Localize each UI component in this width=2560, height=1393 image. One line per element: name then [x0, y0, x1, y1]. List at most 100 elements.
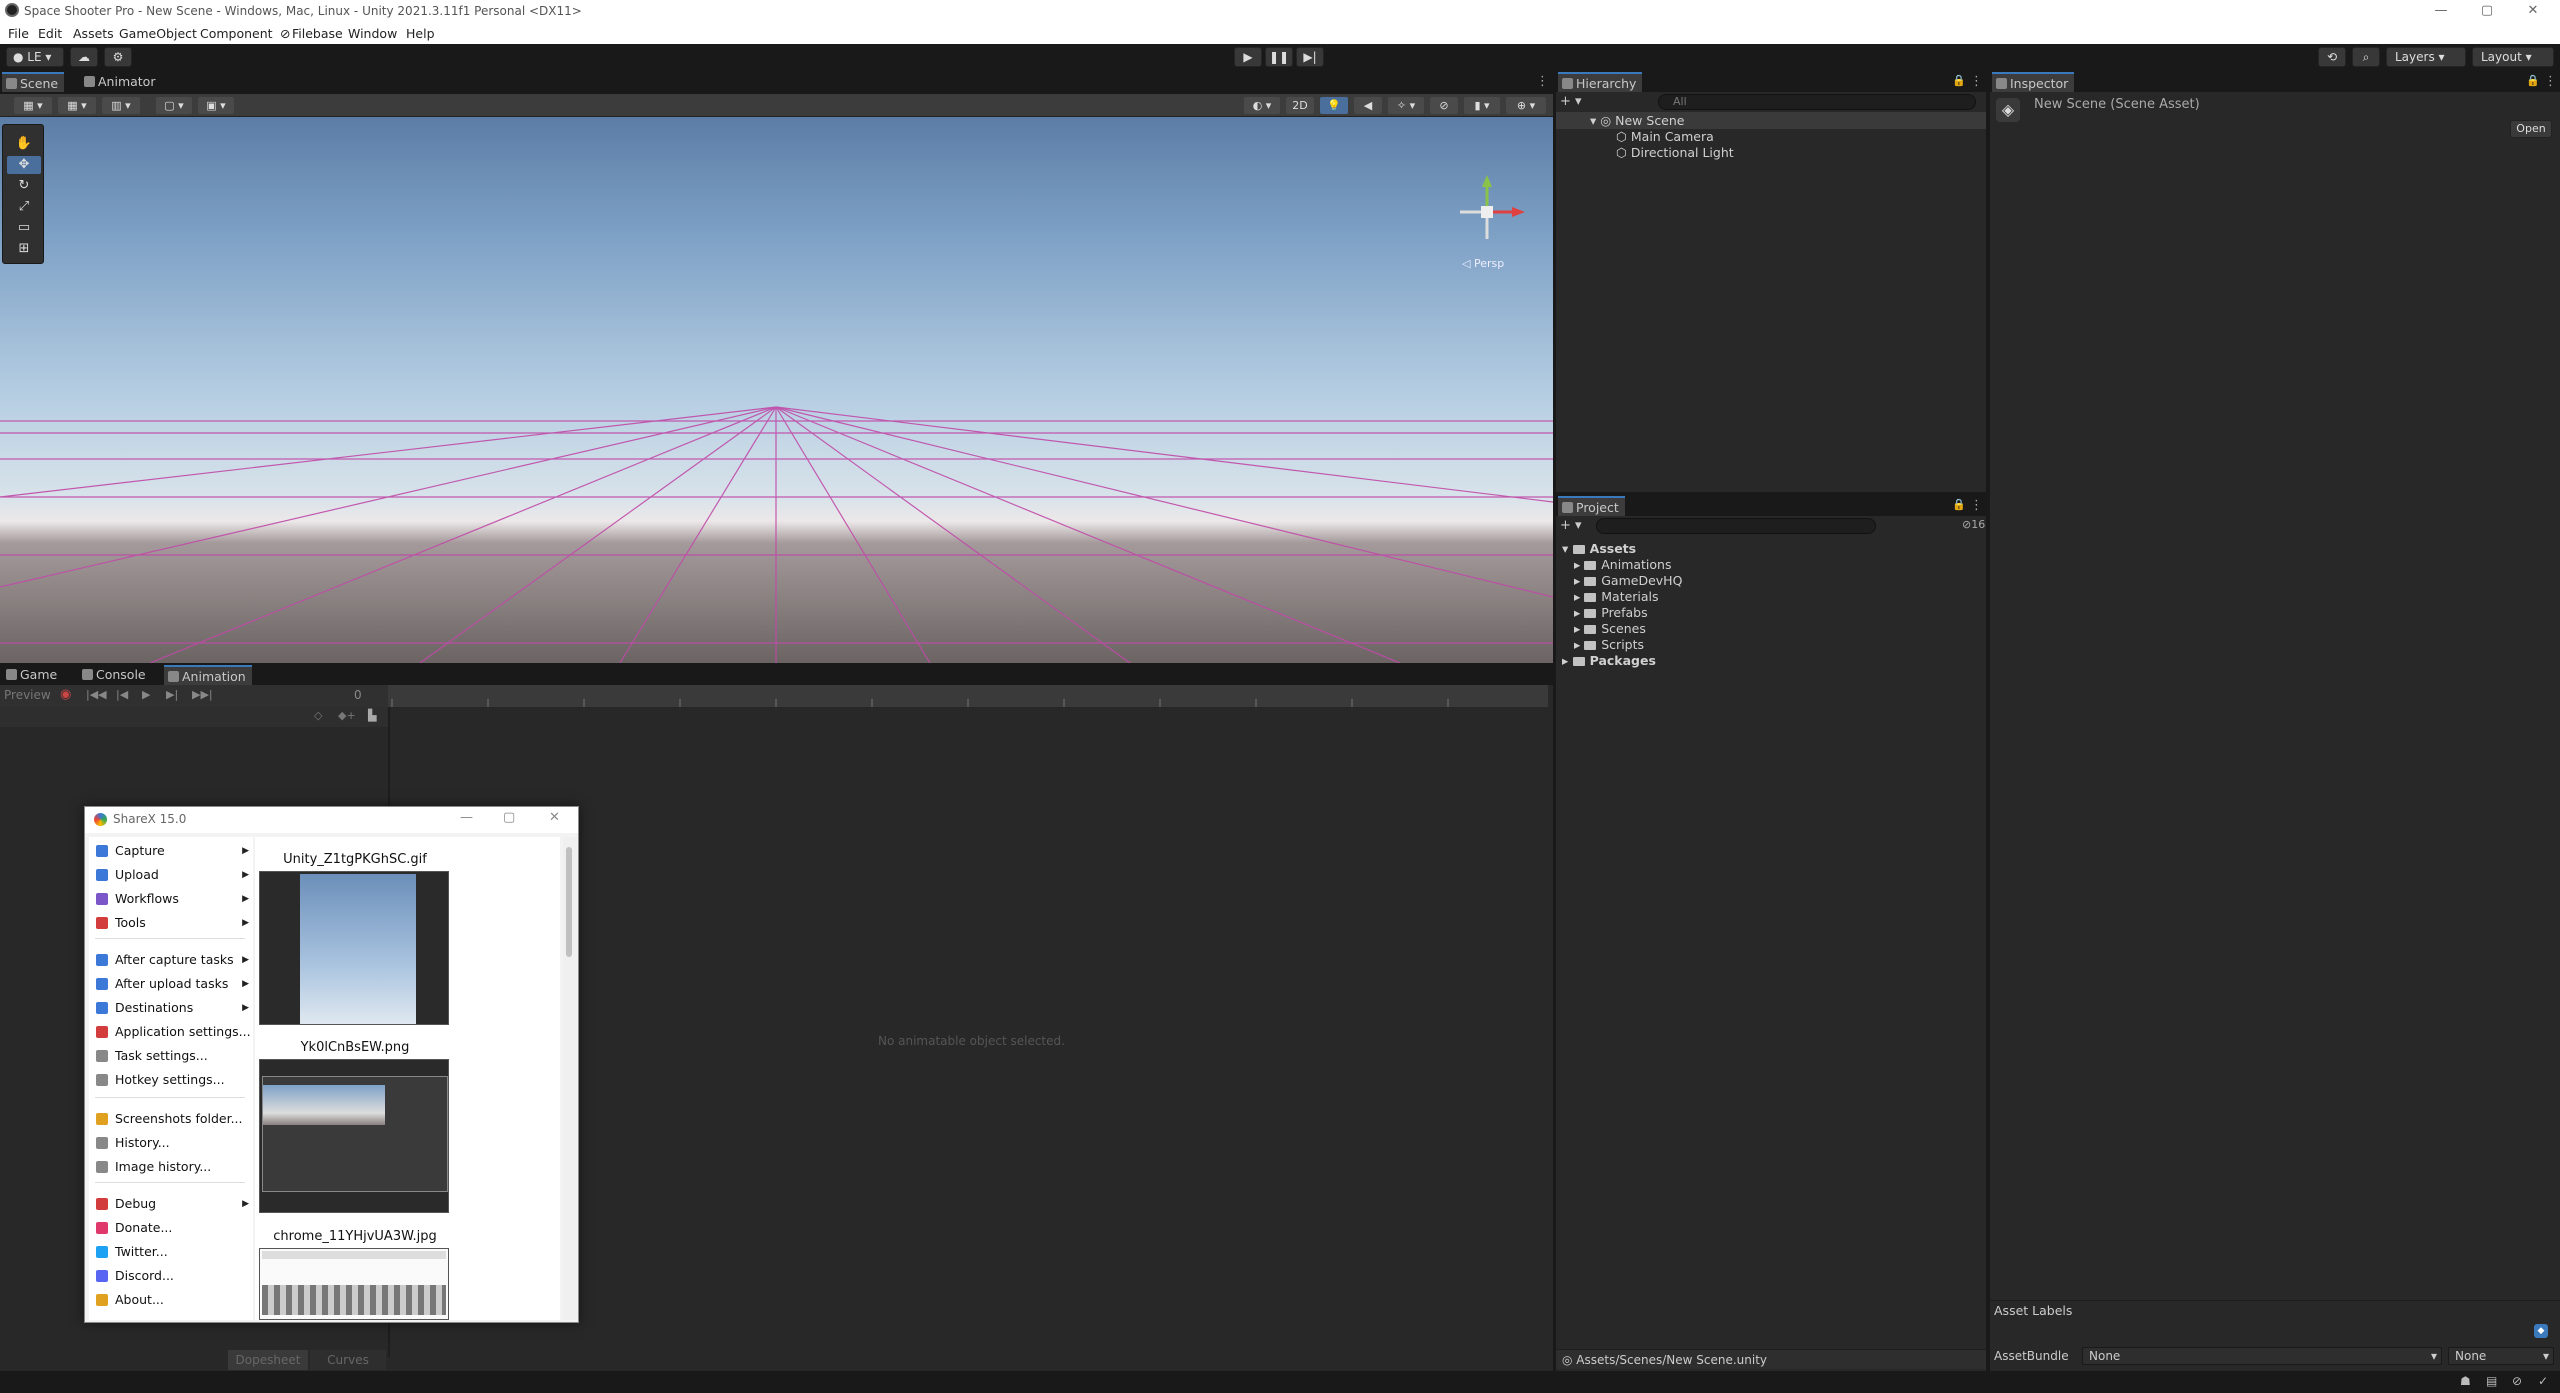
sharex-minimize-button[interactable]: —	[460, 810, 473, 825]
project-add-button[interactable]: + ▾	[1560, 518, 1582, 533]
scale-tool-icon[interactable]: ⤢	[7, 198, 41, 216]
first-key-icon[interactable]: |◀◀	[86, 688, 107, 701]
cache-icon[interactable]: ▤	[2486, 1374, 2497, 1388]
sharex-menu-item[interactable]: About...	[89, 1290, 253, 1310]
scene-item[interactable]: ▾ ◎ New Scene	[1590, 113, 1685, 128]
audio-toggle-icon[interactable]: ◀	[1354, 97, 1382, 114]
tab-inspector[interactable]: Inspector	[1992, 72, 2075, 92]
gallery-thumbnail[interactable]	[259, 1248, 449, 1320]
rect-tool-icon[interactable]: ▭	[7, 219, 41, 237]
menu-file[interactable]: File	[8, 26, 29, 41]
gallery-item-name[interactable]: Yk0lCnBsEW.png	[255, 1040, 455, 1055]
hierarchy-item[interactable]: ⬡ Directional Light	[1616, 145, 1734, 160]
lock-icon[interactable]: 🔒	[1952, 74, 1966, 87]
hierarchy-search-input[interactable]: All	[1658, 94, 1976, 110]
inspector-lock-icon[interactable]: 🔒	[2526, 74, 2540, 87]
project-folder[interactable]: ▸ Animations	[1574, 557, 1672, 572]
view-gizmo[interactable]	[1460, 175, 1525, 239]
scrollbar-thumb[interactable]	[566, 847, 572, 957]
close-button[interactable]: ✕	[2510, 0, 2556, 22]
gallery-thumbnail[interactable]	[259, 1059, 449, 1213]
sharex-close-button[interactable]: ✕	[549, 810, 560, 825]
sharex-menu-item[interactable]: Workflows ▶	[89, 889, 253, 909]
add-key-icon[interactable]: ◆+	[338, 709, 356, 722]
tool-handle-dropdown[interactable]: ▦ ▾	[14, 97, 52, 114]
preview-toggle[interactable]: Preview	[4, 688, 51, 702]
tab-curves[interactable]: Curves	[310, 1350, 386, 1370]
tab-project[interactable]: Project	[1558, 496, 1625, 516]
pivot-dropdown[interactable]: ▦ ▾	[58, 97, 96, 114]
hierarchy-item[interactable]: ⬡ Main Camera	[1616, 129, 1714, 144]
grid-snap-dropdown[interactable]: ▥ ▾	[102, 97, 140, 114]
next-key-icon[interactable]: ▶|	[166, 688, 178, 701]
scene-more-icon[interactable]: ⋮	[1536, 74, 1549, 89]
menu-assets[interactable]: Assets	[73, 26, 114, 41]
shading-dropdown[interactable]: ◐ ▾	[1244, 97, 1280, 114]
sharex-maximize-button[interactable]: ▢	[503, 810, 515, 825]
hidden-packages-count[interactable]: ⊘16	[1962, 518, 1985, 531]
play-anim-icon[interactable]: ▶	[142, 688, 150, 701]
sharex-menu-item[interactable]: Application settings...	[89, 1022, 253, 1042]
project-folder[interactable]: ▸ GameDevHQ	[1574, 573, 1682, 588]
assets-root[interactable]: ▾ Assets	[1562, 541, 1636, 556]
sharex-menu-item[interactable]: After capture tasks ▶	[89, 950, 253, 970]
sharex-menu-item[interactable]: Discord...	[89, 1266, 253, 1286]
menu-filebase[interactable]: Filebase	[292, 26, 343, 41]
add-event-icon[interactable]: ▙	[368, 709, 376, 722]
label-tag-icon[interactable]: ◆	[2534, 1324, 2548, 1338]
tab-dopesheet[interactable]: Dopesheet	[228, 1350, 308, 1370]
maximize-button[interactable]: ▢	[2464, 0, 2510, 22]
minimize-button[interactable]: —	[2418, 0, 2464, 22]
gallery-item-name[interactable]: Unity_Z1tgPKGhSC.gif	[255, 852, 455, 867]
sharex-menu-item[interactable]: Task settings...	[89, 1046, 253, 1066]
timeline-ruler[interactable]	[388, 685, 1548, 707]
assetbundle-dropdown[interactable]: None ▾	[2082, 1347, 2442, 1365]
tab-scene[interactable]: Scene	[2, 72, 65, 92]
sharex-menu-item[interactable]: History...	[89, 1133, 253, 1153]
tab-animator[interactable]: Animator	[80, 72, 161, 92]
sharex-menu-item[interactable]: Capture ▶	[89, 841, 253, 861]
tab-hierarchy[interactable]: Hierarchy	[1558, 72, 1643, 92]
frame-field[interactable]: 0	[354, 688, 362, 702]
move-tool-icon[interactable]: ✥	[7, 156, 41, 174]
gizmo-dropdown[interactable]: ▣ ▾	[198, 97, 234, 114]
menu-window[interactable]: Window	[348, 26, 397, 41]
transform-tool-icon[interactable]: ⊞	[7, 240, 41, 258]
open-button[interactable]: Open	[2510, 120, 2552, 138]
sharex-menu-item[interactable]: Screenshots folder...	[89, 1109, 253, 1129]
gallery-item-name[interactable]: chrome_11YHjvUA3W.jpg	[255, 1229, 455, 1244]
filter-icon[interactable]: ◇	[314, 709, 322, 722]
inspector-more-icon[interactable]: ⋮	[2544, 74, 2557, 89]
step-button[interactable]: ▶|	[1296, 47, 1324, 67]
prev-key-icon[interactable]: |◀	[116, 688, 128, 701]
tab-console[interactable]: Console	[78, 665, 152, 685]
pause-button[interactable]: ❚❚	[1265, 47, 1293, 67]
sharex-menu-item[interactable]: Image history...	[89, 1157, 253, 1177]
project-folder[interactable]: ▸ Prefabs	[1574, 605, 1648, 620]
hierarchy-more-icon[interactable]: ⋮	[1970, 74, 1983, 89]
draw-mode-dropdown[interactable]: ▢ ▾	[156, 97, 192, 114]
project-folder[interactable]: ▸ Materials	[1574, 589, 1659, 604]
packages-root[interactable]: ▸ Packages	[1562, 653, 1656, 668]
sharex-menu-item[interactable]: Upload ▶	[89, 865, 253, 885]
play-button[interactable]: ▶	[1234, 47, 1262, 67]
layout-dropdown[interactable]: Layout ▾	[2472, 47, 2554, 67]
persp-label[interactable]: ◁ Persp	[1462, 257, 1504, 270]
project-search-input[interactable]	[1596, 518, 1876, 534]
hierarchy-add-button[interactable]: + ▾	[1560, 94, 1582, 109]
hidden-objects-icon[interactable]: ⊘	[1430, 97, 1458, 114]
record-icon[interactable]: ◉	[60, 687, 71, 702]
project-lock-icon[interactable]: 🔒	[1952, 498, 1966, 511]
toggle-2d-button[interactable]: 2D	[1286, 97, 1314, 114]
gallery-scrollbar[interactable]	[563, 837, 577, 1320]
menu-edit[interactable]: Edit	[38, 26, 62, 41]
scene-viewport[interactable]: ◁ Persp	[0, 117, 1553, 663]
hand-tool-icon[interactable]: ✋	[7, 135, 41, 153]
effects-dropdown[interactable]: ✧ ▾	[1388, 97, 1424, 114]
last-key-icon[interactable]: ▶▶|	[192, 688, 213, 701]
rotate-tool-icon[interactable]: ↻	[7, 177, 41, 195]
tab-game[interactable]: Game	[2, 665, 63, 685]
project-folder[interactable]: ▸ Scripts	[1574, 637, 1644, 652]
tab-animation[interactable]: Animation	[164, 665, 252, 685]
search-icon[interactable]: ⌕	[2352, 47, 2380, 67]
